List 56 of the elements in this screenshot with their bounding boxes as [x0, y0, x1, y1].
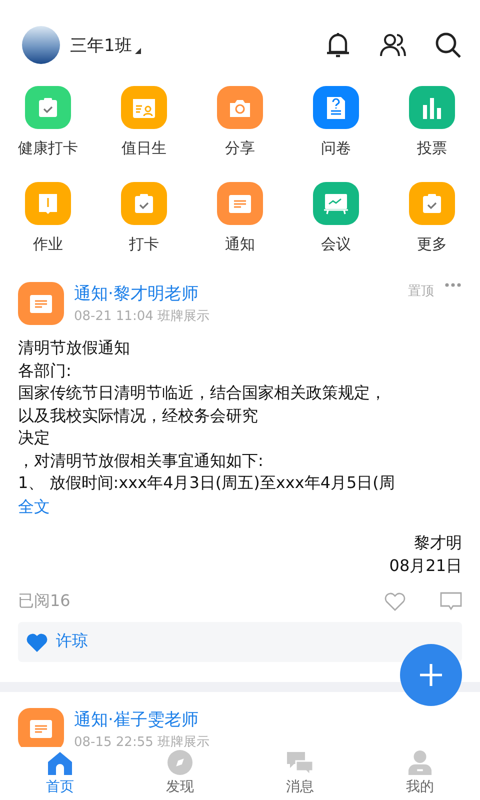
post-text-line: 1、 放假时间:xxx年4月3日(周五)至xxx年4月5日(周 [18, 472, 396, 494]
app-shortcut[interactable]: 更多 [384, 182, 480, 254]
app-shortcut[interactable]: 分享 [192, 86, 288, 158]
person-icon [407, 750, 433, 775]
app-shortcut[interactable]: 作业 [0, 182, 96, 254]
app-shortcut[interactable]: 健康打卡 [0, 86, 96, 158]
app-shortcut[interactable]: 打卡 [96, 182, 192, 254]
post-text-line: 国家传统节日清明节临近，结合国家相关政策规定， [18, 382, 387, 404]
heart-icon [26, 632, 48, 652]
plus-icon [418, 662, 444, 688]
class-avatar [22, 26, 60, 64]
dropdown-triangle-icon [134, 48, 141, 54]
post-meta: 08-21 11:04 班牌展示 [74, 308, 211, 325]
app-shortcut[interactable]: 值日生 [96, 86, 192, 158]
bar-chart-icon [421, 96, 443, 118]
app-shortcut[interactable]: 会议 [288, 182, 384, 254]
post-date: 08月21日 [389, 554, 462, 576]
liker-name: 许琼 [56, 631, 88, 652]
comment-icon[interactable] [440, 591, 462, 611]
post-text-line: 以及我校实际情况，经校务会研究 [18, 404, 259, 426]
post-meta: 08-15 22:55 班牌展示 [74, 734, 211, 748]
camera-icon [228, 98, 252, 118]
post-text-line: 各部门: [18, 360, 72, 382]
search-icon[interactable] [434, 31, 462, 59]
post-signature: 黎才明 [414, 532, 462, 554]
class-selector[interactable]: 三年1班 [70, 34, 141, 56]
post-text-line: 决定 [18, 427, 51, 449]
bell-icon[interactable] [324, 31, 352, 59]
pinned-label: 置顶 [408, 283, 434, 301]
post-title: 通知·黎才明老师 [74, 283, 200, 305]
nav-tab[interactable]: 我的 [360, 747, 480, 800]
full-text-link[interactable]: 全文 [18, 494, 50, 518]
document-icon [29, 294, 53, 314]
heart-icon[interactable] [384, 591, 406, 611]
contacts-icon[interactable] [379, 31, 407, 59]
clipboard-check-icon [421, 192, 443, 214]
nav-tab[interactable]: 发现 [120, 747, 240, 800]
app-shortcut[interactable]: 投票 [384, 86, 480, 158]
app-shortcut[interactable]: 问卷 [288, 86, 384, 158]
post-text-line: ，对清明节放假相关事宜通知如下: [18, 450, 264, 472]
post-text-line: 清明节放假通知 [18, 337, 131, 359]
home-icon [47, 751, 73, 775]
document-icon [228, 194, 252, 214]
compass-icon [167, 750, 193, 775]
nav-tab[interactable]: 首页 [0, 747, 120, 800]
calendar-person-icon [132, 96, 156, 118]
app-shortcut[interactable]: 通知 [192, 182, 288, 254]
question-document-icon [326, 96, 346, 120]
clipboard-check-icon [133, 192, 155, 214]
nav-tab[interactable]: 消息 [240, 747, 360, 800]
clipboard-check-icon [37, 96, 59, 118]
post-title: 通知·崔子雯老师 [74, 708, 200, 730]
chat-bubbles-icon [286, 751, 314, 775]
document-icon [29, 719, 53, 739]
presentation-board-icon [323, 192, 349, 214]
read-count: 已阅16 [18, 590, 72, 612]
